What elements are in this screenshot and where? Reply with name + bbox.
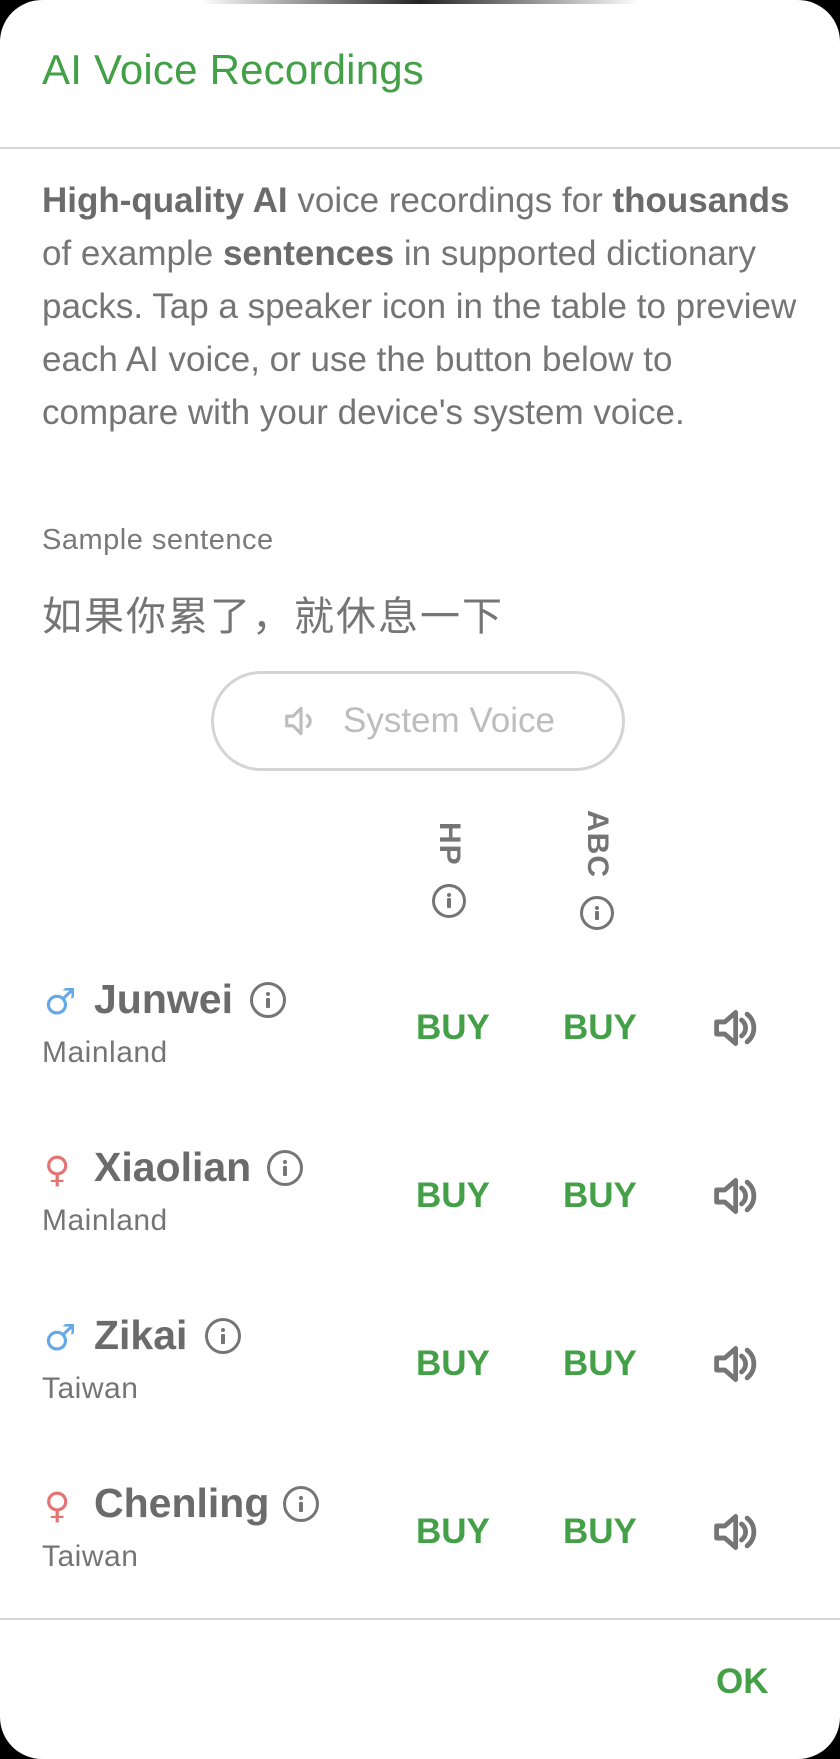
voice-region: Mainland (42, 1204, 168, 1237)
male-icon: ♂ (44, 1318, 77, 1359)
voice-name: Xiaolian (94, 1144, 252, 1190)
female-icon: ♀ (44, 1486, 71, 1527)
voice-row: ♂ Zikai Taiwan BUY BUY (0, 1312, 840, 1452)
speaker-icon (285, 706, 312, 736)
buy-abc-button[interactable]: BUY (563, 1344, 637, 1384)
footer-divider (0, 1618, 840, 1620)
desc-bold-3: sentences (222, 234, 395, 273)
voice-name: Chenling (94, 1480, 270, 1526)
speaker-icon[interactable] (708, 1338, 762, 1390)
dialog-title: AI Voice Recordings (42, 46, 425, 93)
system-voice-button[interactable]: System Voice (211, 671, 625, 771)
column-label-abc: ABC (581, 810, 614, 878)
buy-abc-button[interactable]: BUY (563, 1512, 637, 1552)
column-label-hp: HP (433, 822, 466, 866)
title-divider (0, 147, 840, 149)
info-icon[interactable] (432, 883, 466, 918)
voice-row: ♀ Chenling Taiwan BUY BUY (0, 1480, 840, 1620)
desc-text-4: of example (42, 234, 223, 273)
info-icon[interactable] (283, 1486, 319, 1522)
ok-button[interactable]: OK (716, 1662, 769, 1702)
buy-abc-button[interactable]: BUY (563, 1176, 637, 1216)
female-icon: ♀ (44, 1150, 71, 1191)
male-icon: ♂ (44, 982, 77, 1023)
ai-voice-dialog: AI Voice Recordings High-quality AI voic… (0, 0, 840, 1759)
column-header-abc[interactable]: ABC (580, 810, 614, 930)
sample-sentence-label: Sample sentence (42, 524, 274, 556)
info-icon[interactable] (205, 1318, 241, 1354)
info-icon[interactable] (580, 896, 614, 930)
speaker-icon[interactable] (708, 1002, 762, 1054)
desc-bold-1: High-quality AI (42, 181, 288, 220)
buy-hp-button[interactable]: BUY (416, 1512, 490, 1552)
desc-bold-2: thousands (612, 181, 790, 220)
info-icon[interactable] (250, 982, 286, 1018)
voice-name: Zikai (94, 1312, 188, 1358)
voice-row: ♀ Xiaolian Mainland BUY BUY (0, 1144, 840, 1284)
buy-hp-button[interactable]: BUY (416, 1344, 490, 1384)
desc-text-2: voice recordings for (287, 181, 613, 220)
column-header-hp[interactable]: HP (432, 822, 466, 918)
voice-name: Junwei (94, 976, 233, 1022)
voice-region: Taiwan (42, 1540, 139, 1573)
status-bar-edge (200, 0, 640, 4)
voice-row: ♂ Junwei Mainland BUY BUY (0, 976, 840, 1116)
buy-abc-button[interactable]: BUY (563, 1008, 637, 1048)
speaker-icon[interactable] (708, 1170, 762, 1222)
buy-hp-button[interactable]: BUY (416, 1008, 490, 1048)
system-voice-label: System Voice (342, 701, 556, 740)
voice-region: Mainland (42, 1036, 168, 1069)
voice-region: Taiwan (42, 1372, 139, 1405)
sample-sentence-text: 如果你累了，就休息一下 (42, 594, 504, 640)
buy-hp-button[interactable]: BUY (416, 1176, 490, 1216)
speaker-icon[interactable] (708, 1506, 762, 1558)
description-text: High-quality AI voice recordings for tho… (42, 174, 802, 439)
info-icon[interactable] (267, 1150, 303, 1186)
